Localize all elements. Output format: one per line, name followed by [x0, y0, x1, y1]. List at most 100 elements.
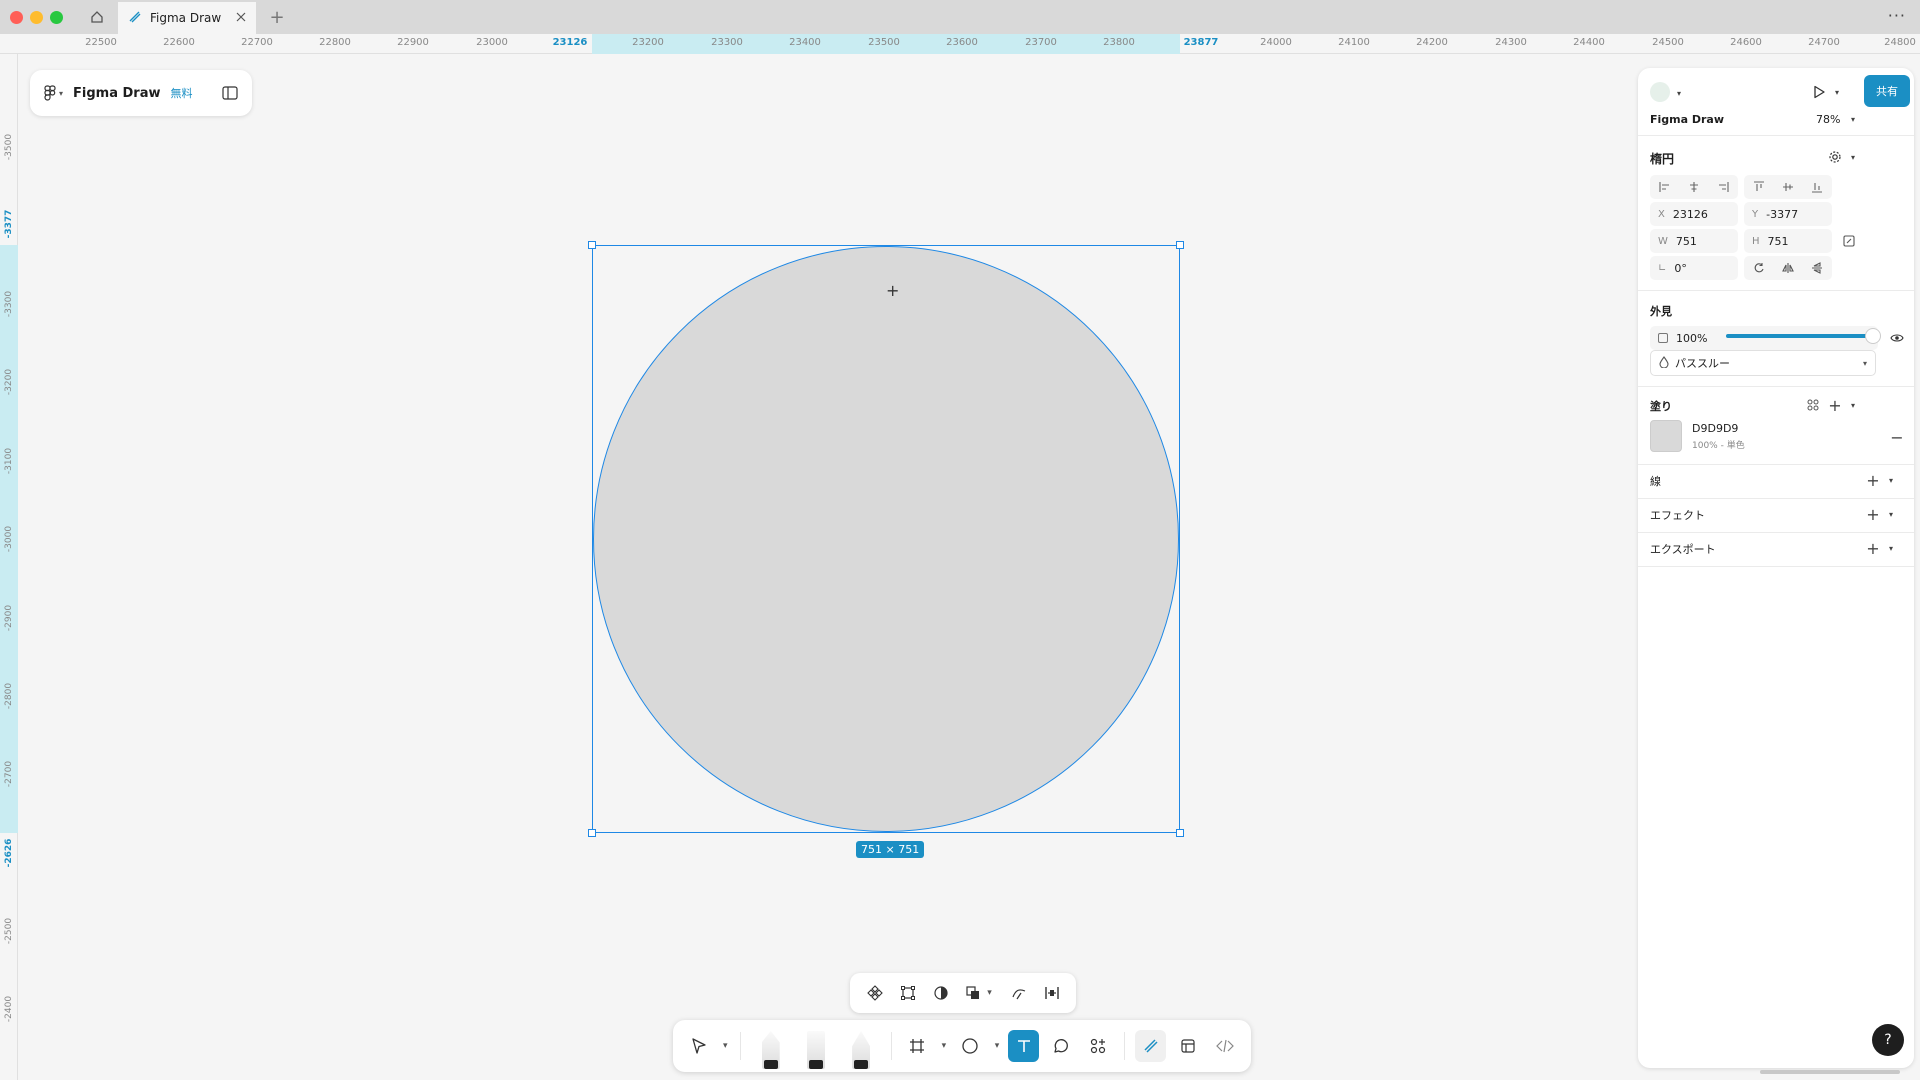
crosshair-cursor-icon: +: [886, 281, 900, 300]
chevron-down-icon[interactable]: ▾: [1882, 471, 1900, 489]
w-label: W: [1658, 235, 1668, 247]
plan-badge[interactable]: 無料: [171, 85, 193, 101]
opacity-slider-handle[interactable]: [1866, 329, 1880, 343]
minimize-window-button[interactable]: [30, 11, 43, 24]
angle-icon: ∟: [1658, 262, 1667, 274]
remove-fill-icon[interactable]: −: [1888, 428, 1906, 447]
frame-tool-icon[interactable]: [902, 1030, 933, 1062]
opacity-field[interactable]: 100%: [1650, 326, 1878, 350]
ruler-tick: -2500: [4, 917, 14, 945]
chevron-down-icon[interactable]: ▾: [992, 1041, 1002, 1051]
height-field[interactable]: H 751: [1744, 229, 1832, 253]
chevron-down-icon[interactable]: ▾: [1844, 396, 1862, 414]
boolean-icon[interactable]: ▾: [958, 977, 1002, 1009]
ruler-tick: -3500: [4, 133, 14, 161]
mask-icon[interactable]: [925, 977, 957, 1009]
close-window-button[interactable]: [10, 11, 23, 24]
resize-handle-bottom-right[interactable]: [1176, 829, 1184, 837]
ruler-tick: 23700: [1025, 37, 1057, 48]
distribute-icon[interactable]: [1036, 977, 1068, 1009]
resize-handle-bottom-left[interactable]: [588, 829, 596, 837]
align-middle-v-icon[interactable]: [1775, 175, 1801, 199]
comment-tool-icon[interactable]: [1045, 1030, 1076, 1062]
actions-icon[interactable]: [1083, 1030, 1114, 1062]
help-button[interactable]: ?: [1872, 1024, 1904, 1056]
chevron-down-icon: ▾: [1862, 358, 1867, 368]
toolbar-divider: [740, 1032, 742, 1060]
sidebar-toggle-icon[interactable]: [222, 86, 238, 100]
file-name[interactable]: Figma Draw: [73, 86, 160, 101]
width-field[interactable]: W 751: [1650, 229, 1738, 253]
divider: [1638, 464, 1914, 465]
align-left-icon[interactable]: [1652, 175, 1678, 199]
chevron-down-icon[interactable]: ▾: [1828, 83, 1846, 101]
opacity-value: 100%: [1676, 331, 1708, 345]
eye-icon[interactable]: [1888, 329, 1906, 347]
align-center-h-icon[interactable]: [1681, 175, 1707, 199]
figma-menu-icon[interactable]: ▾: [44, 85, 63, 101]
flip-horizontal-icon[interactable]: [1775, 256, 1801, 280]
resize-handle-top-left[interactable]: [588, 241, 596, 249]
ellipse-tool-icon[interactable]: [955, 1030, 986, 1062]
ruler-tick: 23300: [711, 37, 743, 48]
component-icon[interactable]: [859, 977, 891, 1009]
opacity-slider[interactable]: [1726, 334, 1872, 338]
share-button[interactable]: 共有: [1864, 75, 1910, 107]
rotation-field[interactable]: ∟ 0°: [1650, 256, 1738, 280]
close-tab-icon[interactable]: [236, 11, 246, 25]
pen-tool-icon[interactable]: [751, 1023, 790, 1069]
vector-pen-icon[interactable]: [1003, 977, 1035, 1009]
add-stroke-icon[interactable]: +: [1864, 471, 1882, 490]
selection-box[interactable]: [588, 241, 1184, 837]
zoom-window-button[interactable]: [50, 11, 63, 24]
x-position-field[interactable]: X 23126: [1650, 202, 1738, 226]
chevron-down-icon[interactable]: ▾: [1844, 148, 1862, 166]
new-tab-button[interactable]: +: [266, 6, 288, 28]
present-icon[interactable]: [1810, 83, 1828, 101]
add-effect-icon[interactable]: +: [1864, 505, 1882, 524]
avatar[interactable]: [1650, 82, 1670, 102]
ruler-tick: 24300: [1495, 37, 1527, 48]
rotate-icon[interactable]: [1746, 256, 1772, 280]
zoom-level[interactable]: 78%: [1816, 113, 1840, 126]
resize-handle-top-right[interactable]: [1176, 241, 1184, 249]
align-bottom-icon[interactable]: [1804, 175, 1830, 199]
ruler-tick: 24400: [1573, 37, 1605, 48]
design-mode-icon[interactable]: [1172, 1030, 1203, 1062]
blend-mode-select[interactable]: パススルー ▾: [1650, 350, 1876, 376]
ruler-top: 22500 22600 22700 22800 22900 23000 2312…: [0, 34, 1920, 54]
y-position-field[interactable]: Y -3377: [1744, 202, 1832, 226]
horizontal-scrollbar[interactable]: [1760, 1070, 1900, 1074]
chevron-down-icon: ▾: [59, 88, 64, 98]
chevron-down-icon[interactable]: ▾: [720, 1041, 730, 1051]
settings-icon[interactable]: [1826, 148, 1844, 166]
draw-mode-icon[interactable]: [1134, 1030, 1167, 1062]
marker-tool-icon[interactable]: [796, 1023, 835, 1069]
move-tool-icon[interactable]: [683, 1030, 714, 1062]
align-top-icon[interactable]: [1746, 175, 1772, 199]
tab-figma-draw[interactable]: Figma Draw: [118, 2, 256, 34]
add-export-icon[interactable]: +: [1864, 539, 1882, 558]
fill-color-swatch[interactable]: [1650, 420, 1682, 452]
edit-object-icon[interactable]: [892, 977, 924, 1009]
chevron-down-icon[interactable]: ▾: [1882, 539, 1900, 557]
fill-hex[interactable]: D9D9D9: [1692, 422, 1738, 435]
styles-grid-icon[interactable]: [1804, 396, 1822, 414]
more-icon[interactable]: ···: [1888, 6, 1906, 25]
size-label: 751 × 751: [856, 841, 925, 858]
chevron-down-icon[interactable]: ▾: [1844, 110, 1862, 128]
pencil-tool-icon[interactable]: [842, 1023, 881, 1069]
align-right-icon[interactable]: [1710, 175, 1736, 199]
flip-vertical-icon[interactable]: [1804, 256, 1830, 280]
ellipse-shape[interactable]: [593, 246, 1179, 832]
ruler-tick: 22800: [319, 37, 351, 48]
chevron-down-icon[interactable]: ▾: [1670, 84, 1688, 102]
constrain-proportions-icon[interactable]: [1840, 232, 1858, 250]
chevron-down-icon[interactable]: ▾: [939, 1041, 949, 1051]
dev-mode-icon[interactable]: [1210, 1030, 1241, 1062]
chevron-down-icon[interactable]: ▾: [1882, 505, 1900, 523]
add-fill-icon[interactable]: +: [1826, 396, 1844, 415]
ruler-tick: -2900: [4, 604, 14, 632]
home-icon[interactable]: [84, 6, 110, 28]
text-tool-icon[interactable]: [1007, 1030, 1040, 1062]
